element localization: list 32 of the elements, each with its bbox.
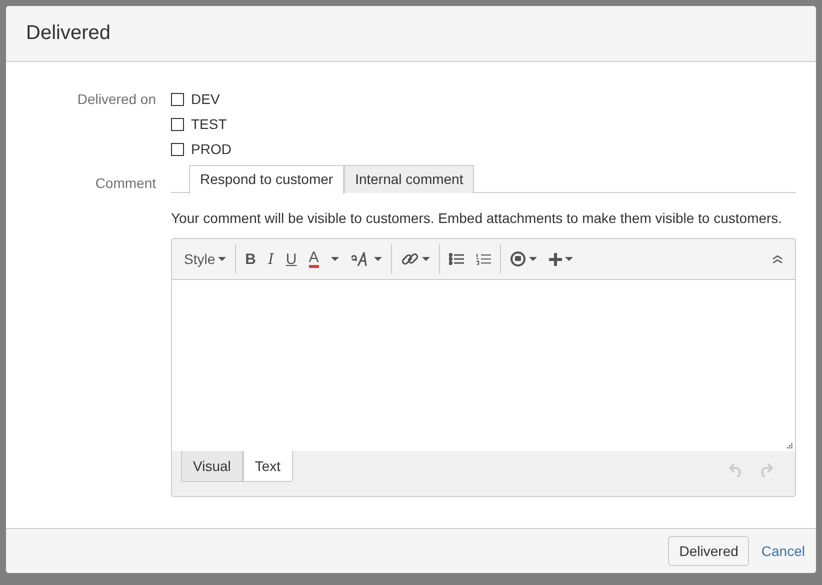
delivered-button[interactable]: Delivered bbox=[668, 536, 750, 566]
caret-icon bbox=[330, 257, 339, 261]
plus-icon bbox=[548, 252, 562, 266]
checkbox[interactable] bbox=[171, 118, 184, 130]
caret-icon bbox=[374, 257, 382, 261]
tab[interactable]: Respond to customer bbox=[189, 165, 344, 194]
checkbox-label: PROD bbox=[191, 140, 232, 158]
italic-button[interactable]: I bbox=[262, 245, 280, 273]
dialog-title: Delivered bbox=[26, 22, 110, 45]
text-color-button[interactable]: A bbox=[302, 245, 325, 273]
bullet-list-icon bbox=[448, 253, 464, 265]
checkbox[interactable] bbox=[171, 92, 184, 106]
checkbox-label: TEST bbox=[191, 115, 227, 133]
checkbox[interactable] bbox=[171, 142, 184, 156]
caret-icon bbox=[528, 257, 537, 261]
cancel-link[interactable]: Cancel bbox=[761, 543, 805, 559]
mode-tab[interactable]: Visual bbox=[181, 451, 243, 482]
smiley-icon bbox=[510, 251, 526, 267]
field-label: Delivered on bbox=[76, 90, 157, 109]
hint-text: Your comment will be visible to customers. Embed attachments to make them visible to customers. bbox=[171, 210, 784, 226]
caret-icon bbox=[422, 257, 430, 261]
resize-grip-icon bbox=[787, 443, 793, 449]
caret-icon bbox=[564, 257, 573, 261]
double-chevron-icon bbox=[772, 255, 783, 263]
style-dropdown[interactable]: Style bbox=[178, 245, 232, 273]
underline-button[interactable]: U bbox=[280, 245, 303, 273]
mode-tab[interactable]: Text bbox=[242, 451, 293, 482]
checkbox-label: DEV bbox=[191, 90, 220, 108]
field-label: Comment bbox=[94, 174, 157, 193]
bold-button[interactable]: B bbox=[239, 245, 262, 273]
tab[interactable]: Internal comment bbox=[344, 165, 474, 193]
numbered-list-icon bbox=[476, 253, 491, 265]
